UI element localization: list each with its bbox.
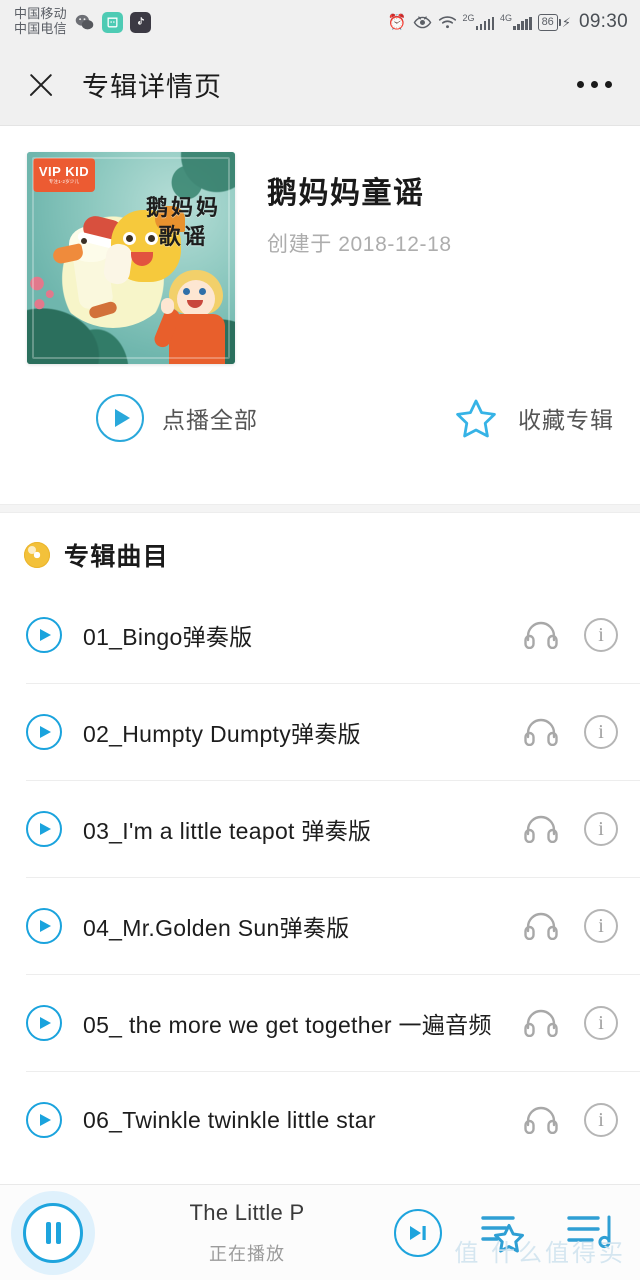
table-row[interactable]: 03_I'm a little teapot 弹奏版 i xyxy=(0,781,640,877)
now-playing-title: The Little P xyxy=(189,1199,305,1225)
favorite-album-label: 收藏专辑 xyxy=(518,407,614,433)
track-actions: i xyxy=(524,909,618,943)
mi-icon xyxy=(101,11,123,33)
close-icon[interactable] xyxy=(22,66,60,104)
track-actions: i xyxy=(524,715,618,749)
signal-2g: 2G xyxy=(463,14,495,30)
track-title: 06_Twinkle twinkle little star xyxy=(83,1106,376,1133)
next-track-button[interactable] xyxy=(394,1208,442,1257)
carrier-labels: 中国移动 中国电信 xyxy=(14,7,67,36)
status-bar-left: 中国移动 中国电信 xyxy=(14,7,151,36)
track-play-icon[interactable] xyxy=(26,1005,62,1041)
mini-player-bar: The Little P 正在播放 值 什么值得买 xyxy=(0,1184,640,1280)
info-icon[interactable]: i xyxy=(584,618,618,652)
favorites-list-icon[interactable] xyxy=(480,1211,528,1255)
track-play-icon[interactable] xyxy=(26,811,62,847)
headphone-icon[interactable] xyxy=(524,815,558,843)
table-row[interactable]: 06_Twinkle twinkle little star i xyxy=(0,1072,640,1168)
status-bar: 中国移动 中国电信 ⏰ 2G 4G 86 ⚡ 09:30 xyxy=(0,0,640,44)
signal-4g: 4G xyxy=(500,14,532,30)
nav-bar: 专辑详情页 xyxy=(0,44,640,126)
table-row[interactable]: 01_Bingo弹奏版 i xyxy=(0,587,640,683)
info-icon[interactable]: i xyxy=(584,1103,618,1137)
tracks-section-title: 专辑曲目 xyxy=(64,543,169,571)
eye-care-icon xyxy=(413,15,431,28)
battery-level: 86 xyxy=(541,16,554,28)
status-clock: 09:30 xyxy=(578,11,628,32)
carrier-secondary: 中国电信 xyxy=(14,21,67,36)
track-play-icon[interactable] xyxy=(26,714,62,750)
wechat-icon xyxy=(74,12,95,33)
headphone-icon[interactable] xyxy=(524,1009,558,1037)
table-row[interactable]: 04_Mr.Golden Sun弹奏版 i xyxy=(0,878,640,974)
battery-cap xyxy=(558,18,561,26)
cover-inner-frame xyxy=(32,157,230,359)
track-actions: i xyxy=(524,812,618,846)
table-row[interactable]: 02_Humpty Dumpty弹奏版 i xyxy=(0,684,640,780)
track-title: 02_Humpty Dumpty弹奏版 xyxy=(83,721,361,747)
album-meta: 鹅妈妈童谣 创建于 2018-12-18 xyxy=(235,152,452,364)
battery-indicator: 86 ⚡ xyxy=(537,13,571,31)
track-actions: i xyxy=(524,1006,618,1040)
tracks-section-header: 专辑曲目 xyxy=(0,513,640,587)
track-play-icon[interactable] xyxy=(26,1102,62,1138)
track-actions: i xyxy=(524,618,618,652)
now-playing-state: 正在播放 xyxy=(209,1243,285,1264)
track-actions: i xyxy=(524,1103,618,1137)
track-play-icon[interactable] xyxy=(26,617,62,653)
star-icon xyxy=(456,399,496,438)
pause-button[interactable] xyxy=(23,1202,83,1263)
signal-4g-bars xyxy=(513,17,532,30)
track-title: 01_Bingo弹奏版 xyxy=(83,624,253,650)
favorite-album-button[interactable]: 收藏专辑 xyxy=(452,394,614,442)
tiktok-icon xyxy=(129,11,151,33)
now-playing-info: The Little P 正在播放 xyxy=(100,1200,394,1266)
next-track-icon xyxy=(410,1225,426,1240)
player-controls xyxy=(394,1208,640,1257)
track-play-icon[interactable] xyxy=(26,908,62,944)
info-icon[interactable]: i xyxy=(584,1006,618,1040)
charging-bolt-icon: ⚡ xyxy=(561,14,571,30)
track-list: 01_Bingo弹奏版 i 02_Humpty Dumpty弹奏版 i 03_I… xyxy=(0,587,640,1168)
play-circle-icon xyxy=(96,394,144,442)
track-title: 04_Mr.Golden Sun弹奏版 xyxy=(83,915,350,941)
headphone-icon[interactable] xyxy=(524,621,558,649)
track-title: 05_ the more we get together 一遍音频 xyxy=(83,1012,492,1038)
info-icon[interactable]: i xyxy=(584,715,618,749)
info-icon[interactable]: i xyxy=(584,909,618,943)
album-header: VIP KID 专注1-2岁少儿 鹅妈妈 歌谣 鹅妈妈童谣 创建于 2018-1… xyxy=(0,126,640,364)
album-title: 鹅妈妈童谣 xyxy=(267,177,425,210)
status-bar-right: ⏰ 2G 4G 86 ⚡ 09:30 xyxy=(388,11,628,33)
headphone-icon[interactable] xyxy=(524,718,558,746)
signal-2g-bars xyxy=(475,17,495,30)
album-created-date: 创建于 2018-12-18 xyxy=(267,233,452,256)
signal-2g-label: 2G xyxy=(462,13,475,23)
headphone-icon[interactable] xyxy=(524,912,558,940)
page-title: 专辑详情页 xyxy=(82,72,222,102)
signal-4g-label: 4G xyxy=(500,13,513,23)
pause-button-wrap xyxy=(0,1185,106,1280)
playlist-icon[interactable] xyxy=(566,1211,614,1255)
album-actions: 点播全部 收藏专辑 xyxy=(0,364,640,442)
section-divider xyxy=(0,504,640,513)
phone-screen: 中国移动 中国电信 ⏰ 2G 4G 86 ⚡ 09:30 专辑详情页 VIP K… xyxy=(0,0,640,1280)
play-all-button[interactable]: 点播全部 xyxy=(96,394,258,442)
play-all-label: 点播全部 xyxy=(162,407,258,433)
more-icon[interactable] xyxy=(575,71,614,98)
disc-icon xyxy=(24,542,50,568)
alarm-icon: ⏰ xyxy=(387,13,407,31)
track-title: 03_I'm a little teapot 弹奏版 xyxy=(83,818,372,844)
headphone-icon[interactable] xyxy=(524,1106,558,1134)
table-row[interactable]: 05_ the more we get together 一遍音频 i xyxy=(0,975,640,1071)
carrier-primary: 中国移动 xyxy=(14,6,67,22)
info-icon[interactable]: i xyxy=(584,812,618,846)
album-cover[interactable]: VIP KID 专注1-2岁少儿 鹅妈妈 歌谣 xyxy=(27,152,235,364)
wifi-icon xyxy=(438,16,456,29)
